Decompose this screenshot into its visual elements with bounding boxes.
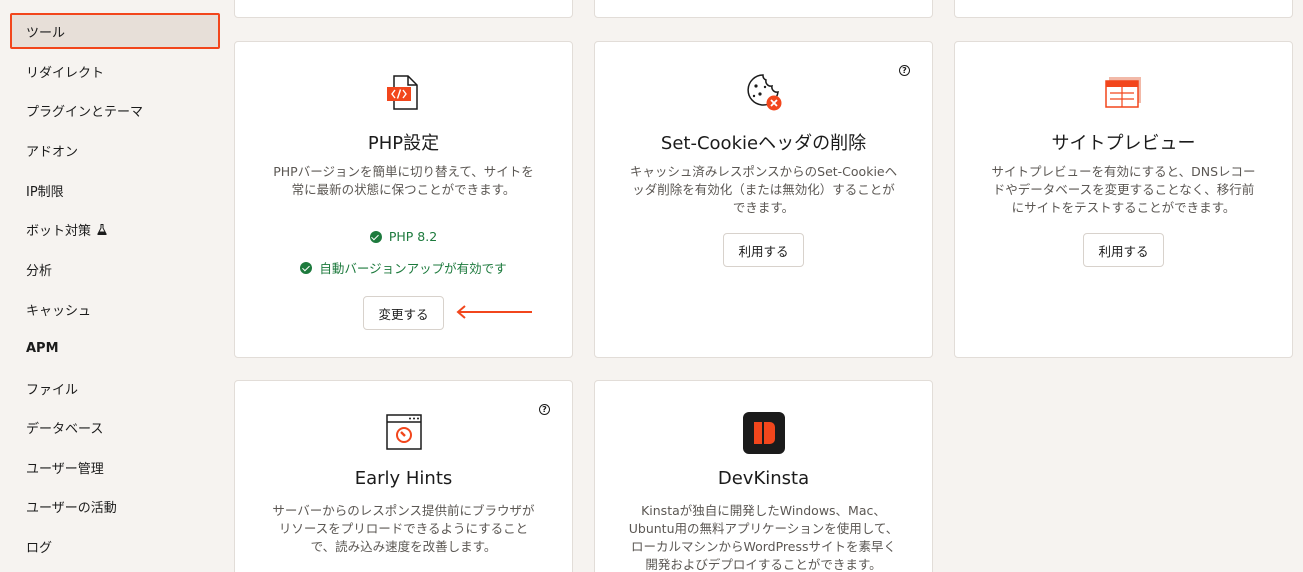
php-card-description: PHPバージョンを簡単に切り替えて、サイトを 常に最新の状態に保つことができます… xyxy=(255,163,552,199)
site-preview-icon xyxy=(1105,77,1141,108)
description-line: サーバーからのレスポンス提供前にブラウザが xyxy=(272,503,535,518)
site-preview-card-title: サイトプレビュー xyxy=(1051,133,1196,154)
check-circle-icon xyxy=(300,261,313,274)
sidebar-item-user-management[interactable]: ユーザー管理 xyxy=(10,449,220,485)
sidebar-item-user-activity[interactable]: ユーザーの活動 xyxy=(10,488,220,524)
sidebar-item-label: アドオン xyxy=(26,144,79,160)
set-cookie-card: ? Set-Cookieヘッダの削除 キャッシュ済みレスポンスからのSet-Co… xyxy=(594,41,933,358)
site-preview-card: サイトプレビュー サイトプレビューを有効にすると、DNSレコー ドやデータベース… xyxy=(954,41,1293,358)
description-line: ドやデータベースを変更することなく、移行前 xyxy=(992,182,1255,197)
sidebar-item-label: IP制限 xyxy=(26,184,64,200)
sidebar-item-label: ユーザー管理 xyxy=(26,461,104,477)
description-line: ローカルマシンからWordPressサイトを素早く xyxy=(630,539,897,554)
sidebar-item-analytics[interactable]: 分析 xyxy=(10,251,220,287)
sidebar-item-label: ツール xyxy=(26,25,66,41)
set-cookie-card-title: Set-Cookieヘッダの削除 xyxy=(660,133,867,154)
sidebar-item-redirects[interactable]: リダイレクト xyxy=(10,53,220,89)
sidebar-item-label: プラグインとテーマ xyxy=(26,104,144,120)
sidebar-item-label: リダイレクト xyxy=(26,65,105,81)
devkinsta-card-description: Kinstaが独自に開発したWindows、Mac、 Ubuntu用の無料アプリ… xyxy=(615,502,912,572)
early-hints-icon xyxy=(386,414,422,450)
description-line: Ubuntu用の無料アプリケーションを使用して、 xyxy=(628,521,899,536)
flask-icon xyxy=(97,223,107,235)
sidebar-item-logs[interactable]: ログ xyxy=(10,528,220,564)
sidebar-item-plugins-themes[interactable]: プラグインとテーマ xyxy=(10,92,220,128)
use-site-preview-button[interactable]: 利用する xyxy=(1083,233,1164,267)
php-card-title: PHP設定 xyxy=(367,133,440,154)
auto-upgrade-text: 自動バージョンアップが有効です xyxy=(319,261,507,276)
description-line: 常に最新の状態に保つことができます。 xyxy=(291,182,516,197)
arrow-left-icon xyxy=(456,305,532,319)
devkinsta-card: DevKinsta Kinstaが独自に開発したWindows、Mac、 Ubu… xyxy=(594,380,933,572)
auto-upgrade-status: 自動バージョンアップが有効です xyxy=(235,258,572,277)
sidebar-item-files[interactable]: ファイル xyxy=(10,370,220,406)
sidebar-item-bot-protection[interactable]: ボット対策 xyxy=(10,211,220,247)
early-hints-card: ? Early Hints サーバーからのレスポンス提供前にブラウザが リソース… xyxy=(234,380,573,572)
description-line: できます。 xyxy=(732,200,795,215)
sidebar-item-addons[interactable]: アドオン xyxy=(10,132,220,168)
sidebar-item-label: 分析 xyxy=(26,263,53,279)
cookie-remove-icon xyxy=(747,74,782,111)
description-line: にサイトをテストすることができます。 xyxy=(1011,200,1236,215)
check-circle-icon xyxy=(369,230,382,243)
site-preview-card-description: サイトプレビューを有効にすると、DNSレコー ドやデータベースを変更することなく… xyxy=(975,163,1272,217)
card-partial-top-2 xyxy=(594,0,933,18)
php-version-status: PHP 8.2 xyxy=(235,229,572,244)
description-line: ッダ削除を有効化（または無効化）することが xyxy=(632,182,895,197)
card-partial-top-1 xyxy=(234,0,573,18)
help-icon[interactable]: ? xyxy=(899,65,910,76)
sidebar-item-label: ログ xyxy=(26,540,53,556)
sidebar-item-label: データベース xyxy=(26,421,104,437)
devkinsta-logo-icon xyxy=(743,412,785,454)
sidebar-nav: ツール リダイレクト プラグインとテーマ アドオン IP制限 ボット対策 分析 … xyxy=(0,0,222,572)
description-line: リソースをプリロードできるようにすること xyxy=(278,521,529,536)
help-icon[interactable]: ? xyxy=(539,404,550,415)
description-line: 開発およびデプロイすることができます。 xyxy=(645,557,882,572)
description-line: PHPバージョンを簡単に切り替えて、サイトを xyxy=(273,164,534,179)
sidebar-item-label: APM xyxy=(26,340,59,356)
description-line: で、読み込み速度を改善します。 xyxy=(310,539,497,554)
sidebar-item-label: キャッシュ xyxy=(26,303,92,319)
description-line: サイトプレビューを有効にすると、DNSレコー xyxy=(991,164,1256,179)
sidebar-item-cache[interactable]: キャッシュ xyxy=(10,291,220,327)
sidebar-item-label: ファイル xyxy=(26,382,79,398)
early-hints-card-title: Early Hints xyxy=(354,468,453,489)
card-partial-top-3 xyxy=(954,0,1293,18)
sidebar-item-database[interactable]: データベース xyxy=(10,409,220,445)
sidebar-item-tools[interactable]: ツール xyxy=(10,13,220,49)
sidebar-item-label: ユーザーの活動 xyxy=(26,500,117,516)
sidebar-item-apm[interactable]: APM xyxy=(10,330,220,366)
php-version-text: PHP 8.2 xyxy=(388,229,438,244)
early-hints-card-description: サーバーからのレスポンス提供前にブラウザが リソースをプリロードできるようにする… xyxy=(255,502,552,556)
set-cookie-card-description: キャッシュ済みレスポンスからのSet-Cookieヘ ッダ削除を有効化（または無… xyxy=(615,163,912,217)
use-set-cookie-button[interactable]: 利用する xyxy=(723,233,804,267)
description-line: Kinstaが独自に開発したWindows、Mac、 xyxy=(641,503,886,518)
sidebar-item-ip-deny[interactable]: IP制限 xyxy=(10,172,220,208)
sidebar-item-label: ボット対策 xyxy=(26,223,92,239)
description-line: キャッシュ済みレスポンスからのSet-Cookieヘ xyxy=(629,164,898,179)
php-settings-card: PHP設定 PHPバージョンを簡単に切り替えて、サイトを 常に最新の状態に保つこ… xyxy=(234,41,573,358)
php-code-file-icon xyxy=(387,75,418,110)
devkinsta-card-title: DevKinsta xyxy=(717,468,810,489)
change-php-button[interactable]: 変更する xyxy=(363,296,444,330)
